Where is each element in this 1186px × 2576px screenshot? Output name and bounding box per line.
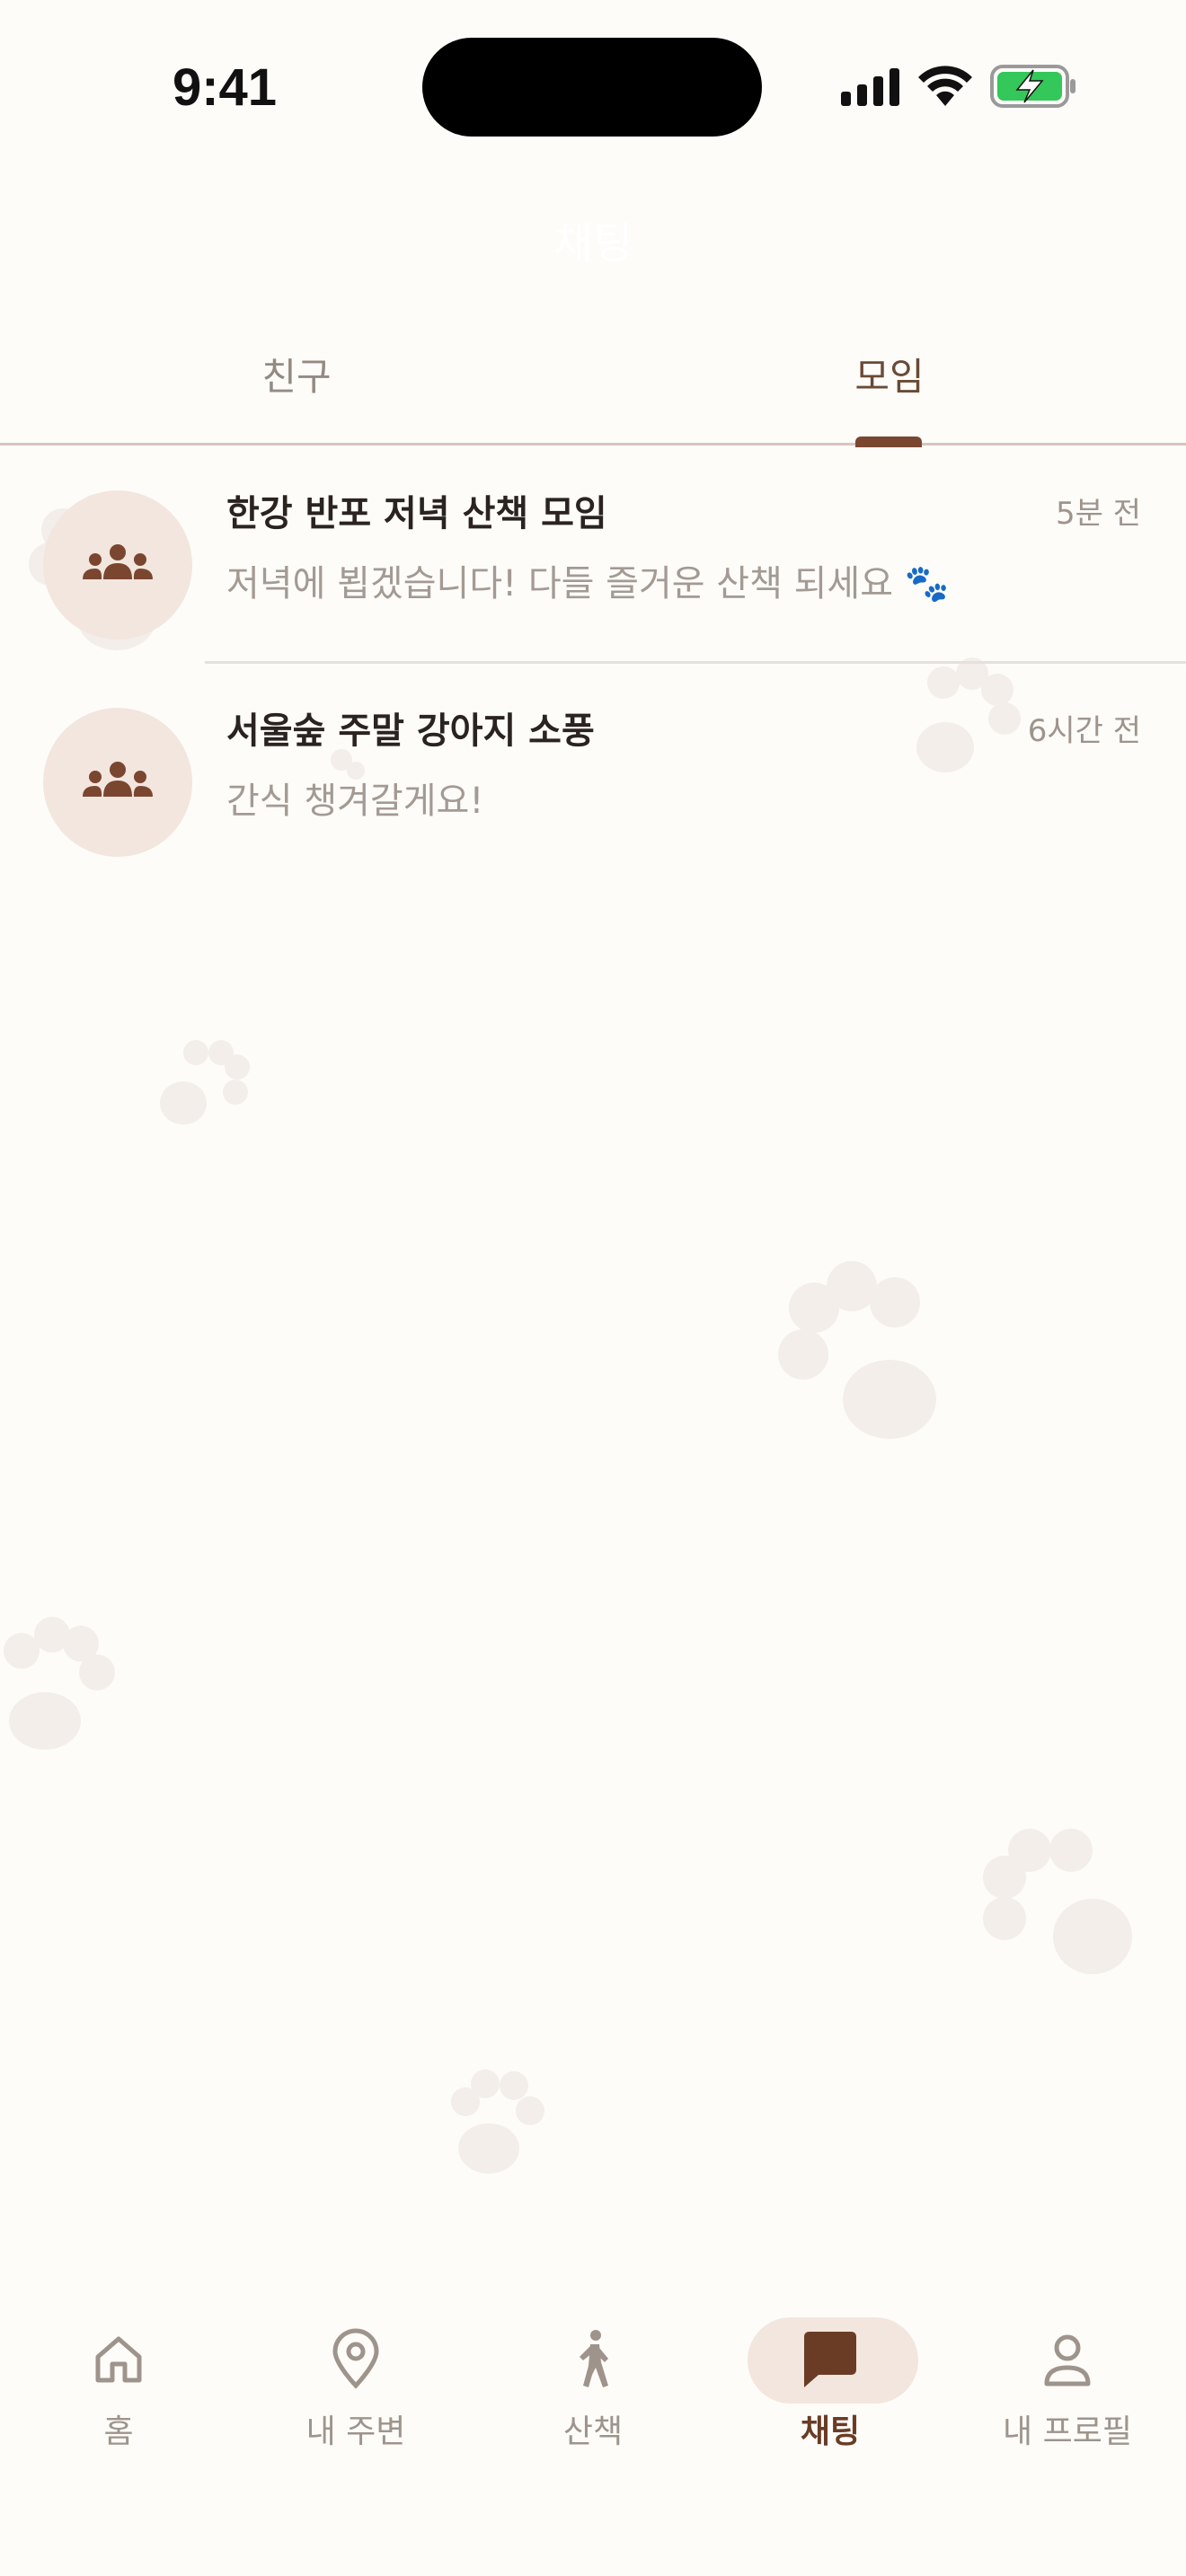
chat-timestamp: 5분 전 [1056,496,1141,532]
wifi-icon [918,66,972,106]
nav-item-walk[interactable]: 산책 [474,2308,712,2488]
group-avatar [43,490,192,640]
nav-item-home[interactable]: 홈 [0,2308,237,2488]
nav-item-chat[interactable]: 채팅 [712,2308,949,2488]
row-divider [205,661,1186,664]
chat-last-message: 저녁에 뵙겠습니다! 다들 즐거운 산책 되세요 🐾 [226,563,950,604]
chat-timestamp: 6시간 전 [1027,713,1141,749]
tab-friends[interactable]: 친구 [180,341,413,413]
home-icon [95,2336,142,2383]
page-title: 채팅 [553,218,633,269]
walking-icon [580,2330,608,2387]
chat-list-item[interactable]: 한강 반포 저녁 산책 모임 5분 전 저녁에 뵙겠습니다! 다들 즐거운 산책… [0,447,1186,665]
chat-last-message: 간식 챙겨갈게요! [226,781,484,822]
location-pin-icon [332,2328,379,2389]
active-tab-indicator [855,437,922,447]
chat-bubble-icon [804,2332,856,2387]
nav-label: 산책 [562,2413,624,2450]
group-avatar [43,708,192,857]
tab-divider [0,443,1186,446]
group-icon [83,762,153,797]
group-icon [83,544,153,579]
status-bar-time: 9:41 [172,58,278,117]
nav-item-profile[interactable]: 내 프로필 [949,2308,1186,2488]
tab-groups[interactable]: 모임 [773,341,1006,413]
dynamic-island [422,38,762,137]
person-icon [1044,2334,1091,2386]
nav-label: 내 프로필 [1003,2413,1132,2450]
chat-title: 서울숲 주말 강아지 소풍 [226,710,595,752]
nav-label: 내 주변 [305,2413,406,2450]
chat-title: 한강 반포 저녁 산책 모임 [226,493,607,534]
cellular-signal-icon [841,68,899,106]
nav-label: 채팅 [800,2413,861,2450]
nav-label: 홈 [103,2413,134,2450]
nav-item-nearby[interactable]: 내 주변 [237,2308,474,2488]
battery-charging-icon [990,65,1075,108]
paw-print-decoration [4,494,1132,2174]
chat-list-item[interactable]: 서울숲 주말 강아지 소풍 6시간 전 간식 챙겨갈게요! [0,665,1186,882]
